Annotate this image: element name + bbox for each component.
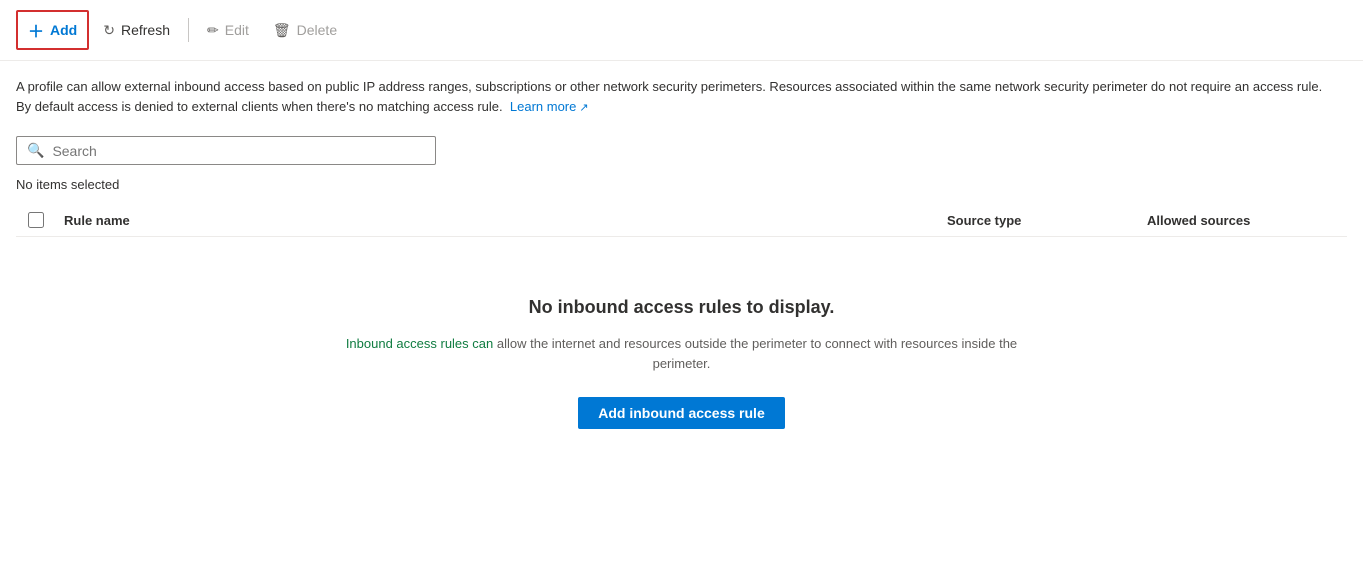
edit-label: Edit [225, 22, 249, 38]
table-header: Rule name Source type Allowed sources [16, 204, 1347, 237]
edit-button[interactable]: ✏ Edit [197, 16, 259, 45]
empty-state-title: No inbound access rules to display. [529, 297, 835, 318]
selection-status: No items selected [0, 169, 1363, 196]
col-header-allowed-sources: Allowed sources [1147, 213, 1347, 228]
delete-label: Delete [297, 22, 337, 38]
search-container: 🔍 [0, 128, 1363, 169]
empty-state-description: Inbound access rules can allow the inter… [332, 334, 1032, 373]
refresh-label: Refresh [121, 22, 170, 38]
header-checkbox-cell [16, 212, 56, 228]
refresh-icon: ↻ [103, 22, 115, 39]
delete-icon: 🗑 [273, 22, 291, 39]
toolbar: ＋ Add ↻ Refresh ✏ Edit 🗑 Delete [0, 0, 1363, 61]
add-label: Add [50, 22, 77, 38]
refresh-button[interactable]: ↻ Refresh [93, 16, 180, 45]
select-all-checkbox[interactable] [28, 212, 44, 228]
search-icon: 🔍 [27, 142, 44, 159]
delete-button[interactable]: 🗑 Delete [263, 16, 347, 45]
toolbar-divider [188, 18, 189, 42]
add-inbound-rule-button[interactable]: Add inbound access rule [578, 397, 784, 429]
search-input[interactable] [52, 143, 425, 159]
add-icon: ＋ [28, 18, 44, 42]
col-header-rule-name: Rule name [56, 213, 947, 228]
description-body: A profile can allow external inbound acc… [16, 79, 1322, 114]
table-container: Rule name Source type Allowed sources [0, 204, 1363, 237]
col-header-source-type: Source type [947, 213, 1147, 228]
search-box: 🔍 [16, 136, 436, 165]
learn-more-link[interactable]: Learn more [510, 99, 589, 114]
empty-state: No inbound access rules to display. Inbo… [0, 237, 1363, 469]
description-text: A profile can allow external inbound acc… [0, 61, 1340, 128]
edit-icon: ✏ [207, 22, 219, 39]
add-button[interactable]: ＋ Add [16, 10, 89, 50]
